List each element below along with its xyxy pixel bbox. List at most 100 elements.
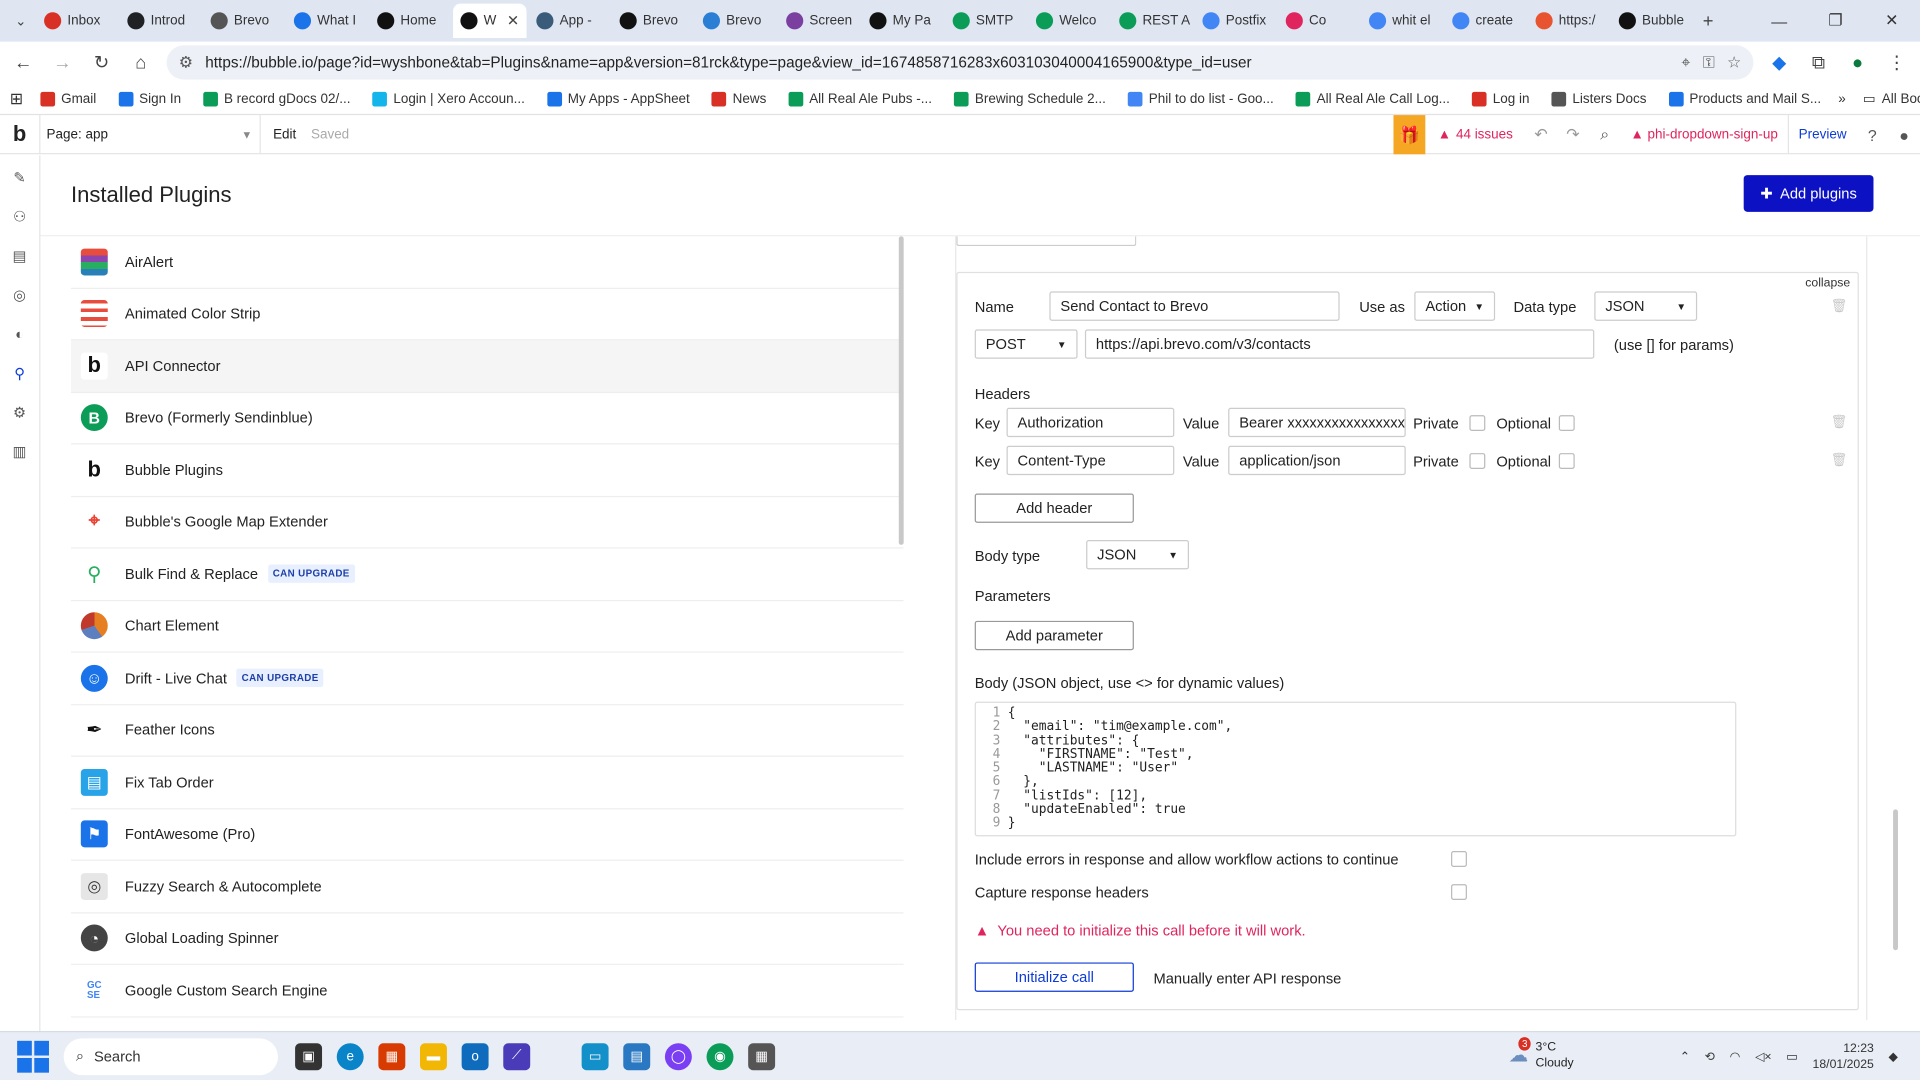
extension-icon[interactable]: ◆ bbox=[1766, 49, 1793, 76]
include-errors-checkbox[interactable] bbox=[1451, 851, 1467, 867]
new-tab-button[interactable]: + bbox=[1695, 7, 1722, 34]
bookmark-item[interactable]: My Apps - AppSheet bbox=[546, 91, 690, 106]
plugin-row[interactable]: b Bubble Plugins bbox=[71, 444, 904, 497]
bubble-logo-icon[interactable]: b bbox=[0, 114, 41, 154]
bookmark-item[interactable]: B record gDocs 02/... bbox=[203, 91, 350, 106]
office-icon[interactable]: ▦ bbox=[378, 1042, 406, 1070]
browser-tab[interactable]: SMTP bbox=[945, 4, 1026, 38]
bookmark-star-icon[interactable]: ☆ bbox=[1727, 53, 1741, 73]
add-header-button[interactable]: Add header bbox=[974, 493, 1134, 523]
delete-header-icon[interactable]: 🗑 bbox=[1831, 452, 1848, 468]
optional-checkbox[interactable] bbox=[1558, 453, 1575, 469]
browser-tab[interactable]: create bbox=[1445, 4, 1526, 38]
plugin-row[interactable]: ✒ Feather Icons bbox=[71, 705, 904, 757]
dymo-icon[interactable]: ▤ bbox=[623, 1042, 651, 1070]
delete-call-icon[interactable]: 🗑 bbox=[1831, 298, 1848, 314]
bookmark-item[interactable]: Login | Xero Accoun... bbox=[372, 91, 525, 106]
browser-tab[interactable]: https:/ bbox=[1528, 4, 1609, 38]
plugins-tab-icon[interactable]: ⚲ bbox=[7, 361, 31, 385]
page-warning-link[interactable]: ▲ phi-dropdown-sign-up bbox=[1621, 127, 1788, 142]
clock[interactable]: 12:23 18/01/2025 bbox=[1813, 1041, 1874, 1073]
plugin-row[interactable]: ◎ Fuzzy Search & Autocomplete bbox=[71, 861, 904, 913]
styles-tab-icon[interactable]: ◐ bbox=[7, 322, 31, 346]
delete-header-icon[interactable]: 🗑 bbox=[1831, 414, 1848, 430]
logs-tab-icon[interactable]: ▥ bbox=[7, 440, 31, 464]
apps-grid-icon[interactable]: ⊞ bbox=[10, 89, 23, 109]
use-as-dropdown[interactable]: Action ▼ bbox=[1414, 291, 1496, 321]
body-type-dropdown[interactable]: JSON ▼ bbox=[1086, 540, 1189, 570]
minimize-icon[interactable]: — bbox=[1751, 0, 1807, 42]
collapse-link[interactable]: collapse bbox=[1805, 277, 1850, 290]
remote-desktop-icon[interactable]: ▭ bbox=[581, 1042, 609, 1070]
endpoint-url-input[interactable]: https://api.brevo.com/v3/contacts bbox=[1084, 329, 1595, 359]
home-icon[interactable]: ⌂ bbox=[127, 49, 154, 76]
all-bookmarks-button[interactable]: ▭ All Bookmarks bbox=[1863, 91, 1920, 106]
windows-start-icon[interactable] bbox=[17, 1040, 49, 1073]
file-explorer-icon[interactable]: ▬ bbox=[420, 1042, 447, 1070]
browser-tab[interactable]: Welco bbox=[1029, 4, 1110, 38]
location-icon[interactable]: ⌖ bbox=[1681, 53, 1690, 73]
taskbar-search[interactable]: ⌕ Search bbox=[63, 1037, 278, 1075]
chevron-up-icon[interactable]: ⌃ bbox=[1680, 1050, 1690, 1063]
bookmark-item[interactable]: All Real Ale Pubs -... bbox=[788, 91, 932, 106]
browser-menu-icon[interactable]: ⋮ bbox=[1883, 49, 1910, 76]
volume-icon[interactable]: ◁× bbox=[1755, 1050, 1772, 1063]
database-icon[interactable]: ◎ bbox=[7, 283, 31, 307]
plugin-row[interactable]: B Brevo (Formerly Sendinblue) bbox=[71, 392, 904, 445]
panel-scrollbar[interactable] bbox=[1893, 809, 1898, 951]
add-plugins-button[interactable]: ✚ Add plugins bbox=[1743, 175, 1874, 212]
call-name-input[interactable]: Send Contact to Brevo bbox=[1049, 291, 1340, 321]
edit-menu[interactable]: Edit bbox=[273, 127, 296, 142]
browser-tab[interactable]: Postfix bbox=[1195, 4, 1276, 38]
browser-tab[interactable]: W ✕ bbox=[453, 3, 527, 38]
private-checkbox[interactable] bbox=[1469, 453, 1486, 469]
bookmark-item[interactable]: Products and Mail S... bbox=[1668, 91, 1821, 106]
profile-avatar-icon[interactable]: ● bbox=[1844, 49, 1871, 76]
bookmark-item[interactable]: Phil to do list - Goo... bbox=[1127, 91, 1274, 106]
issues-button[interactable]: ▲ 44 issues bbox=[1425, 127, 1525, 142]
browser-tab[interactable]: App - bbox=[529, 4, 610, 38]
private-checkbox[interactable] bbox=[1469, 415, 1486, 432]
browser-tab[interactable]: Home bbox=[370, 4, 451, 38]
omnibox[interactable]: ⚙ https://bubble.io/page?id=wyshbone&tab… bbox=[166, 45, 1754, 80]
data-tab-icon[interactable]: ▤ bbox=[7, 244, 31, 268]
header-value-input[interactable]: Bearer xxxxxxxxxxxxxxxx bbox=[1228, 407, 1406, 438]
workflow-tab-icon[interactable]: ⚇ bbox=[7, 204, 31, 228]
plugin-list-scrollbar[interactable] bbox=[898, 236, 904, 545]
sync-icon[interactable]: ⟲ bbox=[1705, 1050, 1715, 1063]
extensions-puzzle-icon[interactable]: ⧉ bbox=[1805, 49, 1832, 76]
browser-tab[interactable]: Brevo bbox=[696, 4, 777, 38]
redo-icon[interactable]: ↷ bbox=[1557, 125, 1589, 145]
forward-icon[interactable]: → bbox=[49, 49, 76, 76]
site-info-icon[interactable]: ⚙ bbox=[179, 53, 193, 73]
powerautomate-icon[interactable]: ⟋ bbox=[503, 1042, 531, 1070]
restore-icon[interactable]: ❐ bbox=[1807, 0, 1863, 42]
url-text[interactable]: https://bubble.io/page?id=wyshbone&tab=P… bbox=[205, 54, 1669, 71]
manual-response-link[interactable]: Manually enter API response bbox=[1153, 970, 1341, 987]
notification-bell-icon[interactable]: ◆ bbox=[1889, 1050, 1898, 1063]
app-circle-icon[interactable]: ◯ bbox=[664, 1042, 692, 1070]
capture-headers-checkbox[interactable] bbox=[1451, 884, 1467, 901]
plugin-row[interactable]: ◔ Global Loading Spinner bbox=[71, 913, 904, 965]
can-upgrade-badge[interactable]: CAN UPGRADE bbox=[236, 668, 324, 688]
weather-widget[interactable]: ☁ 3 3°C Cloudy bbox=[1509, 1037, 1574, 1072]
calculator-icon[interactable]: ▦ bbox=[748, 1042, 776, 1070]
plugin-row[interactable]: Animated Color Strip bbox=[71, 288, 904, 341]
can-upgrade-badge[interactable]: CAN UPGRADE bbox=[267, 564, 355, 584]
browser-tab[interactable]: Introd bbox=[120, 4, 201, 38]
plugin-row[interactable]: ⌖ Bubble's Google Map Extender bbox=[71, 497, 904, 549]
browser-tab[interactable]: whit el bbox=[1362, 4, 1443, 38]
browser-tab[interactable]: Inbox bbox=[37, 4, 118, 38]
help-icon[interactable]: ? bbox=[1856, 126, 1888, 144]
bookmark-item[interactable]: Brewing Schedule 2... bbox=[954, 91, 1106, 106]
browser-tab[interactable]: Screen bbox=[779, 4, 860, 38]
design-tab-icon[interactable]: ✎ bbox=[7, 165, 31, 189]
previous-button-stub[interactable] bbox=[956, 236, 1137, 247]
header-key-input[interactable]: Content-Type bbox=[1006, 445, 1175, 476]
password-key-icon[interactable]: ⚿ bbox=[1703, 53, 1715, 73]
add-parameter-button[interactable]: Add parameter bbox=[974, 620, 1134, 651]
optional-checkbox[interactable] bbox=[1558, 415, 1575, 432]
bookmark-item[interactable]: News bbox=[711, 91, 766, 106]
plugin-row[interactable]: Chart Element bbox=[71, 601, 904, 653]
close-window-icon[interactable]: ✕ bbox=[1864, 0, 1920, 42]
